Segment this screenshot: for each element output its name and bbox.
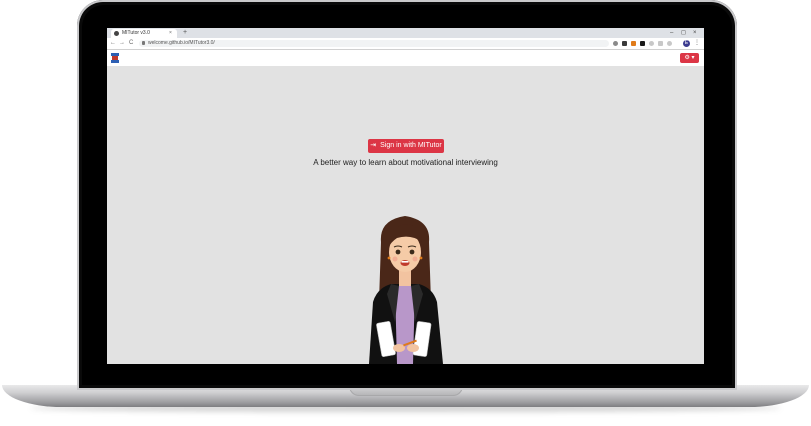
- maximize-button[interactable]: ◻: [681, 28, 686, 38]
- sign-in-icon: ⇥: [370, 142, 377, 149]
- extensions-puzzle-icon[interactable]: [667, 41, 672, 46]
- star-icon[interactable]: [613, 41, 618, 46]
- sign-in-button[interactable]: ⇥ Sign in with MITutor: [368, 139, 444, 153]
- extension-icon[interactable]: [640, 41, 645, 46]
- extension-icon[interactable]: [649, 41, 654, 46]
- tagline: A better way to learn about motivational…: [313, 158, 498, 167]
- forward-button[interactable]: →: [119, 39, 125, 48]
- sign-in-label: Sign in with MITutor: [380, 142, 442, 149]
- app-logo[interactable]: [110, 52, 120, 64]
- close-window-button[interactable]: ×: [693, 28, 697, 38]
- tutor-avatar-illustration: [369, 216, 443, 364]
- browser-tab[interactable]: MITutor v3.0 ×: [111, 29, 177, 38]
- new-tab-button[interactable]: +: [183, 28, 187, 38]
- profile-avatar[interactable]: E: [683, 40, 690, 47]
- settings-dropdown-button[interactable]: ⚙ ▾: [680, 53, 699, 63]
- address-bar: ← → C welcome.github.io/MITutor3.0/ E ⋮: [107, 38, 704, 50]
- browser-menu-icon[interactable]: ⋮: [694, 39, 700, 48]
- extension-icon[interactable]: [658, 41, 663, 46]
- url-text: welcome.github.io/MITutor3.0/: [148, 40, 215, 46]
- reload-button[interactable]: C: [129, 39, 133, 48]
- tab-bar: MITutor v3.0 × + – ◻ ×: [107, 28, 704, 38]
- extension-icon[interactable]: [622, 41, 627, 46]
- tab-title: MITutor v3.0: [122, 30, 150, 36]
- browser-screen: MITutor v3.0 × + – ◻ × ← → C welcome.git…: [107, 28, 704, 364]
- tab-close-icon[interactable]: ×: [169, 30, 172, 37]
- app-header: ⚙ ▾: [107, 50, 704, 66]
- extension-icon[interactable]: [631, 41, 636, 46]
- minimize-button[interactable]: –: [670, 28, 673, 38]
- url-input[interactable]: welcome.github.io/MITutor3.0/: [139, 40, 609, 47]
- back-button[interactable]: ←: [110, 39, 116, 48]
- favicon-icon: [114, 31, 119, 36]
- lock-icon: [142, 41, 145, 45]
